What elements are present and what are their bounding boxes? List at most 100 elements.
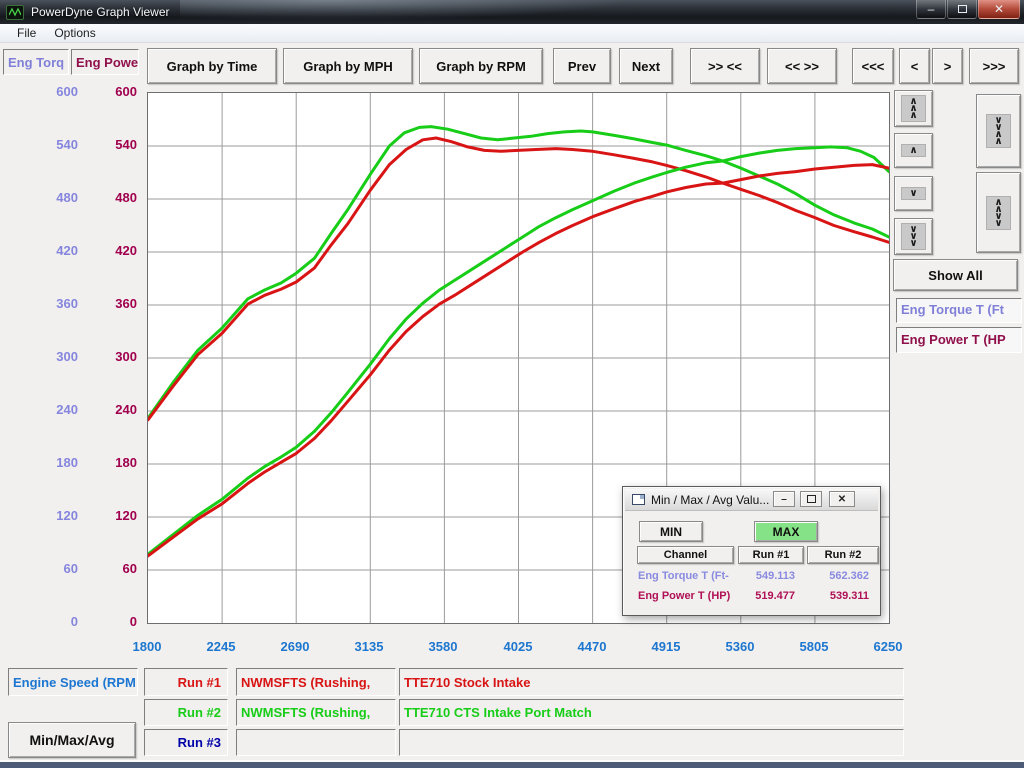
rpm-axis-tick: 3135 [339, 639, 399, 654]
run2-column-header[interactable]: Run #2 [807, 546, 879, 564]
torque-axis-tick: 300 [5, 349, 78, 365]
title-bar: PowerDyne Graph Viewer – ✕ [0, 0, 1024, 24]
power-run1-max-value: 519.477 [741, 590, 795, 602]
chevron-down-icon: ∨ [901, 187, 925, 200]
minmax-minimize-button[interactable]: – [773, 491, 795, 507]
pan-up-button[interactable]: ∧ [894, 133, 933, 168]
show-all-button[interactable]: Show All [893, 259, 1018, 291]
torque-axis-tick: 180 [5, 455, 78, 471]
restore-button[interactable] [947, 0, 977, 19]
scroll-right-button[interactable]: > [932, 48, 963, 84]
torque-axis-tick: 0 [5, 614, 78, 630]
torque-axis-tick: 60 [5, 561, 78, 577]
menu-file[interactable]: File [8, 26, 45, 40]
power-channel-tab[interactable]: Eng Powe [71, 49, 139, 75]
scroll-left-fast-button[interactable]: <<< [852, 48, 894, 84]
power-axis-tick: 60 [84, 561, 137, 577]
run2-description[interactable]: TTE710 CTS Intake Port Match [399, 699, 904, 726]
rpm-axis-tick: 5805 [784, 639, 844, 654]
minimize-icon: – [928, 2, 935, 16]
close-button[interactable]: ✕ [978, 0, 1020, 19]
rpm-axis-tick: 2245 [191, 639, 251, 654]
torque-axis-tick: 360 [5, 296, 78, 312]
torque-axis-tick: 120 [5, 508, 78, 524]
torque-axis-tick: 240 [5, 402, 78, 418]
restore-icon [958, 5, 967, 13]
menu-options[interactable]: Options [45, 26, 104, 40]
next-button[interactable]: Next [619, 48, 673, 84]
run2-file: NWMSFTS (Rushing, [236, 699, 396, 726]
torque-axis-tick: 540 [5, 137, 78, 153]
run3-description[interactable] [399, 729, 904, 756]
expand-vertical-icon: ∧∧∨∨ [986, 196, 1010, 230]
minimize-button[interactable]: – [916, 0, 946, 19]
pan-up-fast-button[interactable]: ∧∧∧ [894, 90, 933, 127]
zoom-out-x-button[interactable]: << >> [767, 48, 837, 84]
power-run2-max-value: 539.311 [815, 590, 869, 602]
rpm-axis-tick: 3580 [413, 639, 473, 654]
compress-vertical-icon: ∨∨∧∧ [986, 114, 1010, 148]
minmax-close-button[interactable]: ✕ [829, 491, 855, 507]
channel-column-header[interactable]: Channel [637, 546, 734, 564]
app-icon [6, 5, 24, 20]
rpm-axis-tick: 4915 [636, 639, 696, 654]
expand-y-scale-button[interactable]: ∧∧∨∨ [976, 172, 1021, 253]
run2-label: Run #2 [144, 699, 228, 726]
power-axis-tick: 240 [84, 402, 137, 418]
rpm-axis-tick: 6250 [858, 639, 918, 654]
window-title: PowerDyne Graph Viewer [31, 5, 170, 19]
torque-channel-tab[interactable]: Eng Torq [3, 49, 69, 75]
torque-axis-tick: 420 [5, 243, 78, 259]
power-axis-tick: 480 [84, 190, 137, 206]
pan-down-fast-button[interactable]: ∨∨∨ [894, 218, 933, 255]
max-toggle-button[interactable]: MAX [754, 521, 818, 542]
rpm-axis-tick: 5360 [710, 639, 770, 654]
run1-label: Run #1 [144, 668, 228, 696]
run1-column-header[interactable]: Run #1 [738, 546, 804, 564]
graph-by-mph-button[interactable]: Graph by MPH [283, 48, 413, 84]
zoom-in-x-button[interactable]: >> << [690, 48, 760, 84]
window-controls: – ✕ [915, 0, 1020, 19]
rpm-axis-tick: 4025 [488, 639, 548, 654]
rpm-axis-tick: 4470 [562, 639, 622, 654]
titlebar-gloss [180, 0, 680, 24]
power-axis-tick: 300 [84, 349, 137, 365]
scroll-left-button[interactable]: < [899, 48, 930, 84]
scroll-right-fast-button[interactable]: >>> [969, 48, 1019, 84]
rpm-axis-tick: 1800 [117, 639, 177, 654]
minmax-restore-button[interactable] [800, 491, 822, 507]
minmax-avg-button[interactable]: Min/Max/Avg [8, 722, 136, 758]
power-channel-label: Eng Power T (HP [896, 327, 1022, 353]
close-icon: ✕ [838, 494, 846, 505]
close-icon: ✕ [994, 2, 1004, 16]
min-toggle-button[interactable]: MIN [639, 521, 703, 542]
menu-bar: File Options [0, 24, 1024, 43]
torque-axis-tick: 480 [5, 190, 78, 206]
power-axis-tick: 540 [84, 137, 137, 153]
power-row-label: Eng Power T (HP) [638, 590, 740, 602]
run3-label: Run #3 [144, 729, 228, 756]
run1-description[interactable]: TTE710 Stock Intake [399, 668, 904, 696]
torque-run1-max-value: 549.113 [741, 570, 795, 582]
prev-button[interactable]: Prev [553, 48, 611, 84]
compress-y-scale-button[interactable]: ∨∨∧∧ [976, 94, 1021, 168]
minmax-window[interactable]: Min / Max / Avg Valu... – ✕ MIN MAX Chan… [622, 486, 881, 616]
torque-run2-max-value: 562.362 [815, 570, 869, 582]
power-axis-tick: 600 [84, 84, 137, 100]
minmax-window-title: Min / Max / Avg Valu... [651, 493, 769, 507]
restore-icon [807, 495, 816, 503]
graph-by-time-button[interactable]: Graph by Time [147, 48, 277, 84]
triple-chevron-down-icon: ∨∨∨ [901, 223, 925, 250]
pan-down-button[interactable]: ∨ [894, 176, 933, 211]
window-bottom-border [0, 760, 1024, 768]
form-icon [632, 494, 645, 505]
x-channel-label: Engine Speed (RPM [8, 668, 138, 696]
power-axis-tick: 360 [84, 296, 137, 312]
power-axis-tick: 180 [84, 455, 137, 471]
minimize-icon: – [781, 494, 787, 505]
torque-axis-tick: 600 [5, 84, 78, 100]
waveform-icon [9, 7, 21, 17]
app-window: PowerDyne Graph Viewer – ✕ File Options … [0, 0, 1024, 768]
run1-file: NWMSFTS (Rushing, [236, 668, 396, 696]
graph-by-rpm-button[interactable]: Graph by RPM [419, 48, 543, 84]
